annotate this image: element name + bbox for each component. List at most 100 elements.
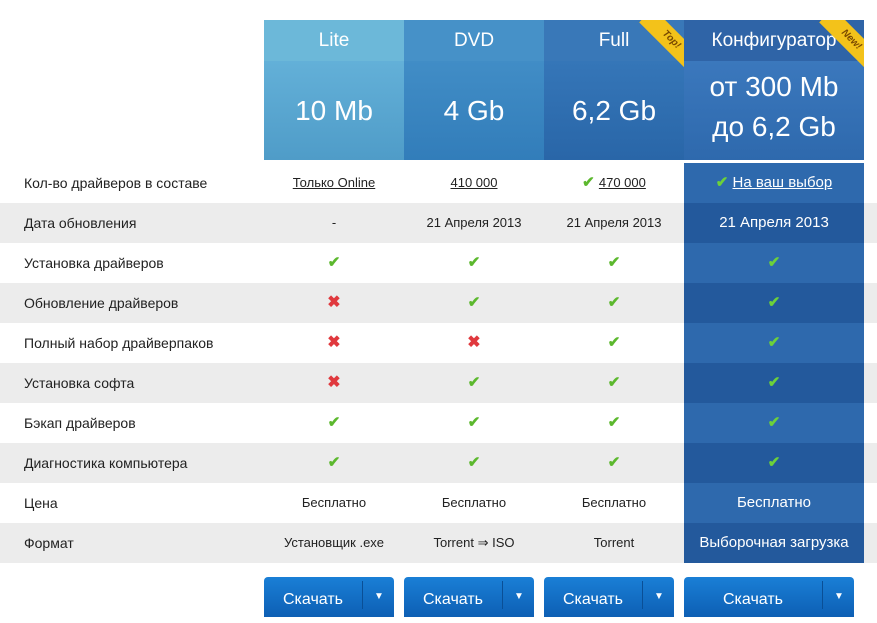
table-row: Кол-во драйверов в составе Только Online 4… (0, 163, 877, 203)
check-icon: ✔ (607, 294, 621, 311)
column-header-dvd: DVD 4 Gb (404, 20, 544, 160)
check-icon: ✔ (607, 374, 621, 391)
row-label: Обновление драйверов (24, 295, 179, 311)
chevron-down-icon[interactable]: ▼ (644, 577, 674, 617)
check-icon: ✔ (467, 294, 481, 311)
table-cell: ✔ (544, 363, 684, 403)
cross-icon: ✖ (327, 334, 341, 351)
download-button-lite[interactable]: Скачать ▼ (264, 577, 394, 617)
online-only-link[interactable]: Только Online (293, 175, 375, 190)
check-icon: ✔ (327, 254, 341, 271)
table-cell: Выборочная загрузка (684, 523, 864, 563)
check-icon: ✔ (327, 454, 341, 471)
table-cell: 410 000 (404, 163, 544, 203)
check-icon: ✔ (607, 334, 621, 351)
chevron-down-icon[interactable]: ▼ (824, 577, 854, 617)
table-cell: Бесплатно (264, 483, 404, 523)
download-button-configurator[interactable]: Скачать ▼ (684, 577, 854, 617)
column-size: 4 Gb (404, 61, 544, 160)
table-cell: ✔ (684, 243, 864, 283)
cell-value: - (331, 215, 337, 230)
row-label: Полный набор драйверпаков (24, 335, 214, 351)
check-icon: ✔ (767, 294, 781, 311)
check-icon: ✔ (467, 414, 481, 431)
column-name: Lite (264, 20, 404, 61)
table-cell: Бесплатно (544, 483, 684, 523)
row-label: Цена (24, 495, 58, 511)
check-icon: ✔ (467, 254, 481, 271)
column-header-configurator: Конфигуратор от 300 Mb до 6,2 Gb New! (684, 20, 864, 160)
button-divider (822, 581, 823, 609)
table-cell: ✖ (264, 323, 404, 363)
check-icon: ✔ (327, 414, 341, 431)
download-label: Скачать (283, 591, 343, 608)
row-label: Дата обновления (24, 215, 137, 231)
table-row: Диагностика компьютера ✔ ✔ ✔ ✔ (0, 443, 877, 483)
driver-count-link[interactable]: На ваш выбор (733, 174, 833, 191)
check-icon: ✔ (467, 454, 481, 471)
check-icon: ✔ (767, 454, 781, 471)
cell-value: Установщик .exe (283, 535, 385, 550)
row-label: Установка софта (24, 375, 135, 391)
download-label: Скачать (563, 591, 623, 608)
column-size: 10 Mb (264, 61, 404, 160)
table-cell: 21 Апреля 2013 (404, 203, 544, 243)
table-cell: ✔ (264, 443, 404, 483)
check-icon: ✔ (607, 414, 621, 431)
table-row: Цена Бесплатно Бесплатно Бесплатно Бесплатно (0, 483, 877, 523)
row-label: Кол-во драйверов в составе (24, 175, 208, 191)
cell-value: Бесплатно (441, 495, 507, 510)
cross-icon: ✖ (327, 374, 341, 391)
row-label: Диагностика компьютера (24, 455, 188, 471)
driver-count-link[interactable]: 470 000 (599, 175, 646, 190)
check-icon: ✔ (767, 334, 781, 351)
column-size: 6,2 Gb (544, 61, 684, 160)
cross-icon: ✖ (327, 294, 341, 311)
column-header-lite: Lite 10 Mb (264, 20, 404, 160)
table-row: Установка драйверов ✔ ✔ ✔ ✔ (0, 243, 877, 283)
table-cell: ✔ (404, 443, 544, 483)
table-cell: ✖ (264, 363, 404, 403)
table-row: Формат Установщик .exe Torrent ⇒ ISO Torren… (0, 523, 877, 563)
download-button-dvd[interactable]: Скачать ▼ (404, 577, 534, 617)
table-cell: 21 Апреля 2013 (544, 203, 684, 243)
table-cell: Torrent (544, 523, 684, 563)
chevron-down-icon[interactable]: ▼ (504, 577, 534, 617)
column-size-line1: от 300 Mb (709, 71, 839, 102)
driver-count-link[interactable]: 410 000 (451, 175, 498, 190)
table-cell: ✔ (544, 443, 684, 483)
column-name: DVD (404, 20, 544, 61)
check-icon: ✔ (607, 254, 621, 271)
table-cell: ✔ (404, 283, 544, 323)
table-cell: ✔ (264, 403, 404, 443)
table-cell: ✔ (544, 323, 684, 363)
check-icon: ✔ (767, 414, 781, 431)
check-icon: ✔ (767, 254, 781, 271)
table-cell: 21 Апреля 2013 (684, 203, 864, 243)
cell-value: 21 Апреля 2013 (719, 214, 829, 231)
table-row: Дата обновления - 21 Апреля 2013 21 Апреля … (0, 203, 877, 243)
table-cell: Только Online (264, 163, 404, 203)
cell-value: Бесплатно (301, 495, 367, 510)
table-cell: ✔ 470 000 (544, 163, 684, 203)
cross-icon: ✖ (467, 334, 481, 351)
cell-value: Выборочная загрузка (699, 534, 849, 551)
button-divider (362, 581, 363, 609)
row-label: Формат (24, 535, 74, 551)
column-size-line2: до 6,2 Gb (712, 111, 836, 142)
table-cell: ✔ (404, 243, 544, 283)
table-row: Полный набор драйверпаков ✖ ✖ ✔ ✔ (0, 323, 877, 363)
check-icon: ✔ (607, 454, 621, 471)
table-row: Установка софта ✖ ✔ ✔ ✔ (0, 363, 877, 403)
table-cell: Бесплатно (684, 483, 864, 523)
chevron-down-icon[interactable]: ▼ (364, 577, 394, 617)
download-button-full[interactable]: Скачать ▼ (544, 577, 674, 617)
table-cell: ✔ (684, 323, 864, 363)
cell-value: Torrent (593, 535, 635, 550)
table-cell: ✔ (684, 443, 864, 483)
column-size: от 300 Mb до 6,2 Gb (684, 61, 864, 160)
table-row: Обновление драйверов ✖ ✔ ✔ ✔ (0, 283, 877, 323)
cell-value: 21 Апреля 2013 (566, 215, 662, 230)
check-icon: ✔ (582, 174, 599, 191)
table-cell: ✔ (684, 283, 864, 323)
